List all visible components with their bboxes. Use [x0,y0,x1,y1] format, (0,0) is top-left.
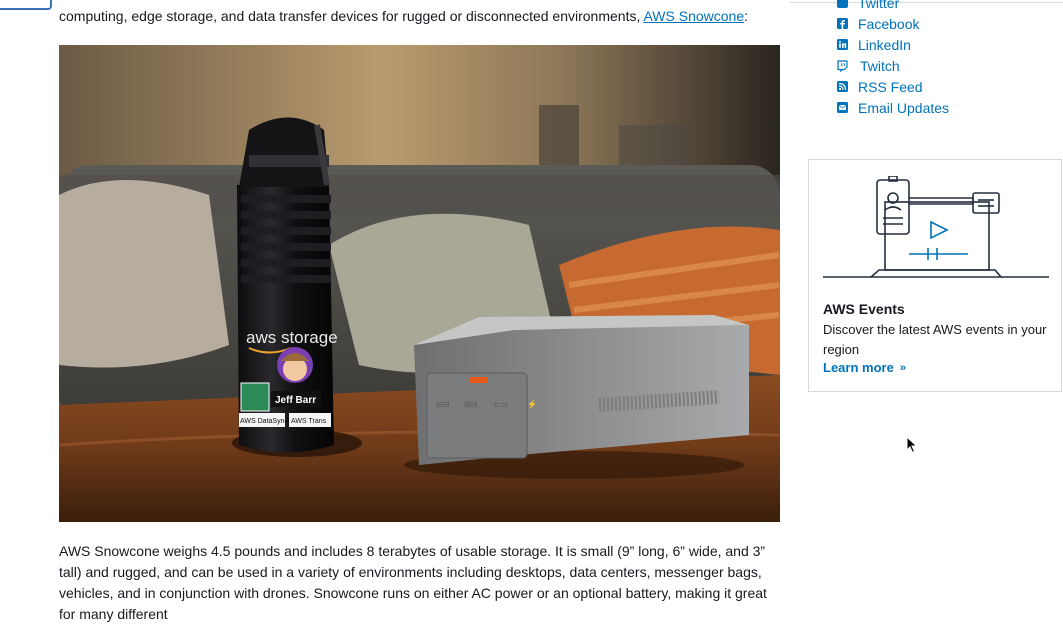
social-item-twitter[interactable]: Twitter [836,0,949,13]
learn-more-link[interactable]: Learn more » [823,360,906,375]
twitter-icon [836,0,848,9]
snowcone-photo: ⊟⊟ ⊟⊟ ⊏⊐ ⚡ aws storage Jeff Barr AWS DataSy… [59,45,780,522]
events-description: Discover the latest AWS events in your r… [823,322,1047,357]
svg-text:⊏⊐: ⊏⊐ [494,400,507,409]
aws-snowcone-link[interactable]: AWS Snowcone [643,8,744,24]
aws-events-card: AWS Events Discover the latest AWS event… [808,159,1062,392]
social-item-facebook[interactable]: Facebook [836,13,949,34]
sticker-transfer: AWS Trans [291,418,327,425]
partial-top-button[interactable] [0,0,52,10]
bottle-name-text: Jeff Barr [275,395,316,406]
linkedin-icon [836,39,848,51]
sticker-datasync: AWS DataSync [240,418,288,425]
rss-icon [836,81,848,93]
events-title: AWS Events [823,301,905,317]
events-illustration [823,176,1049,278]
social-item-twitch[interactable]: Twitch [836,55,949,76]
bottle-brand-text: aws storage [246,328,338,347]
double-chevron-right-icon: » [899,361,906,374]
email-icon [836,102,848,114]
social-item-linkedin[interactable]: LinkedIn [836,34,949,55]
body-paragraph: AWS Snowcone weighs 4.5 pounds and inclu… [59,543,767,622]
mouse-cursor [906,436,918,454]
svg-text:⚡: ⚡ [527,399,537,409]
social-item-email[interactable]: Email Updates [836,97,949,118]
svg-text:⊟⊟: ⊟⊟ [436,400,449,409]
twitch-icon [836,59,848,72]
social-item-rss[interactable]: RSS Feed [836,76,949,97]
svg-text:⊟⊟: ⊟⊟ [464,400,477,409]
facebook-icon [836,18,848,30]
social-links: Twitter Facebook LinkedIn Twitch RSS Fee… [836,0,949,118]
intro-text: computing, edge storage, and data transf… [59,8,748,24]
